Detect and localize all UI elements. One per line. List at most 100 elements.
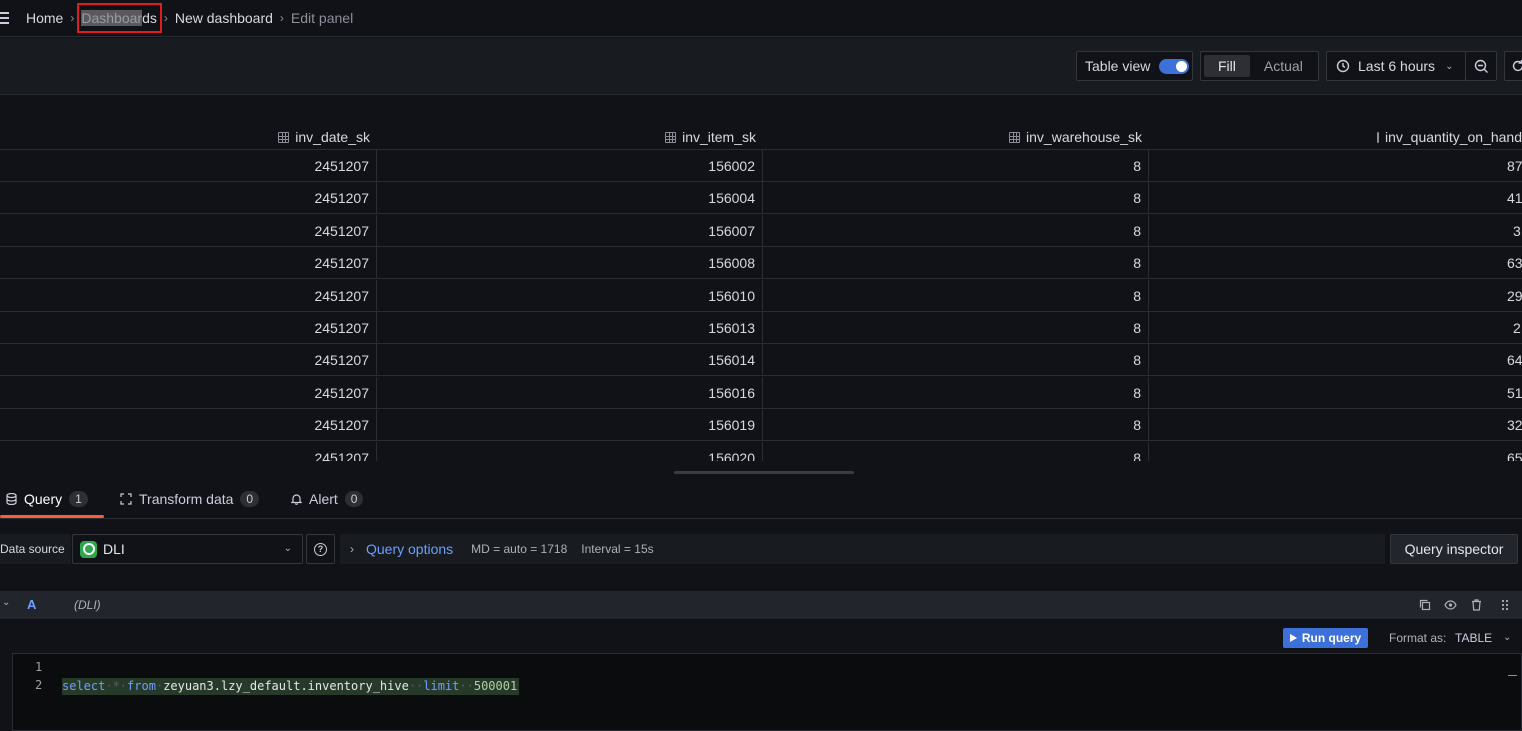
- table-cell: 156019: [377, 409, 763, 442]
- table-cell: 2451207: [0, 312, 377, 344]
- toggle-switch[interactable]: [1159, 58, 1190, 74]
- table-cell: 2451207: [0, 441, 377, 461]
- sql-query-text[interactable]: select·*·from·zeyuan3.lzy_default.invent…: [62, 678, 520, 695]
- panel-toolbar: Table view Fill Actual Last 6 hours ⌄: [0, 38, 1522, 95]
- duplicate-icon[interactable]: [1419, 599, 1431, 614]
- drag-handle-icon[interactable]: [1501, 599, 1509, 614]
- active-tab-indicator: [0, 515, 104, 518]
- query-editor-pane: Query 1 Transform data 0 Alert 0 Data so…: [0, 480, 1522, 731]
- table-row: 2451207 156002 8 87: [0, 150, 1522, 182]
- tab-alert-label: Alert: [309, 491, 338, 507]
- table-cell: 8: [763, 344, 1149, 377]
- table-cell: 156020: [377, 441, 763, 461]
- refresh-button[interactable]: [1504, 51, 1522, 81]
- table-cell: 8: [763, 409, 1149, 442]
- field-table-icon: [1009, 131, 1021, 143]
- time-range-picker[interactable]: Last 6 hours ⌄: [1326, 51, 1466, 81]
- column-header-label: inv_date_sk: [295, 129, 370, 145]
- query-options-interval: Interval = 15s: [581, 542, 654, 556]
- table-cell: 2451207: [0, 279, 377, 312]
- table-row: 2451207 156020 8 65: [0, 441, 1522, 461]
- tab-query-count: 1: [69, 491, 88, 507]
- bell-icon: [291, 494, 302, 505]
- breadcrumb-new-dashboard[interactable]: New dashboard: [175, 10, 273, 26]
- tab-transform-data[interactable]: Transform data 0: [120, 491, 260, 507]
- table-row: 2451207 156008 8 63: [0, 247, 1522, 280]
- table-cell: 8: [763, 312, 1149, 344]
- chevron-right-icon: ›: [279, 11, 284, 25]
- table-row: 2451207 156016 8 51: [0, 376, 1522, 409]
- actual-option[interactable]: Actual: [1250, 55, 1317, 77]
- menu-icon[interactable]: [0, 12, 12, 24]
- time-range-label: Last 6 hours: [1358, 58, 1436, 74]
- datasource-selected: DLI: [103, 541, 125, 557]
- table-view-toggle[interactable]: Table view: [1076, 51, 1193, 81]
- tab-alert-count: 0: [344, 491, 364, 507]
- run-query-button[interactable]: Run query: [1283, 628, 1368, 648]
- eye-icon[interactable]: [1444, 599, 1457, 614]
- query-options-md: MD = auto = 1718: [471, 542, 568, 556]
- column-header-label: inv_item_sk: [682, 129, 756, 145]
- sql-code-editor[interactable]: 1 2 select·*·from·zeyuan3.lzy_default.in…: [12, 653, 1522, 731]
- column-header[interactable]: inv_item_sk: [377, 124, 763, 150]
- zoom-out-icon: [1474, 59, 1488, 73]
- table-cell: 87: [1507, 158, 1522, 174]
- table-cell: 8: [763, 182, 1149, 215]
- zoom-out-button[interactable]: [1465, 51, 1497, 81]
- table-row: 2451207 156019 8 32: [0, 409, 1522, 442]
- editor-tabs: Query 1 Transform data 0 Alert 0: [0, 480, 1522, 519]
- table-cell: 2: [1513, 320, 1521, 336]
- table-cell: 2451207: [0, 214, 377, 247]
- table-cell: 8: [763, 247, 1149, 280]
- table-row: 2451207 156007 8 3: [0, 214, 1522, 247]
- query-options-title: Query options: [366, 541, 454, 557]
- column-header[interactable]: inv_quantity_on_hand: [1149, 124, 1522, 150]
- table-view-label: Table view: [1085, 58, 1151, 74]
- column-header[interactable]: inv_date_sk: [0, 124, 377, 150]
- query-options[interactable]: › Query options MD = auto = 1718 Interva…: [340, 534, 1385, 564]
- table-cell: 8: [763, 441, 1149, 461]
- table-cell: 41: [1507, 190, 1522, 207]
- tab-alert[interactable]: Alert 0: [291, 491, 364, 507]
- table-cell: 51: [1507, 384, 1522, 401]
- breadcrumb-home[interactable]: Home: [26, 10, 63, 26]
- tab-transform-label: Transform data: [139, 491, 234, 507]
- field-table-icon: [1377, 131, 1379, 143]
- table-cell: 32: [1507, 417, 1522, 434]
- format-as-label: Format as:: [1389, 631, 1447, 645]
- chevron-right-icon: ›: [70, 11, 75, 25]
- column-header[interactable]: inv_warehouse_sk: [763, 124, 1149, 150]
- table-cell: 8: [763, 214, 1149, 247]
- query-inspector-button[interactable]: Query inspector: [1390, 534, 1518, 564]
- breadcrumb: Home › Dashboards › New dashboard › Edit…: [0, 0, 1522, 37]
- table-cell: 2451207: [0, 376, 377, 409]
- fill-option[interactable]: Fill: [1204, 55, 1250, 77]
- table-cell: 2451207: [0, 247, 377, 280]
- highlight-box: [77, 3, 162, 33]
- table-cell: 63: [1507, 255, 1522, 272]
- chevron-down-icon[interactable]: ⌄: [1503, 632, 1511, 643]
- datasource-picker[interactable]: DLI ⌄: [72, 534, 303, 564]
- table-cell: 2451207: [0, 344, 377, 377]
- dli-logo-icon: [80, 540, 97, 558]
- chevron-down-icon[interactable]: ⌄: [2, 597, 10, 608]
- chevron-right-icon: ›: [350, 542, 354, 556]
- column-header-label: inv_warehouse_sk: [1026, 129, 1142, 145]
- query-ref-id[interactable]: A: [27, 597, 36, 612]
- data-table: inv_date_sk inv_item_sk inv_warehouse_sk…: [0, 95, 1522, 461]
- tab-query[interactable]: Query 1: [6, 491, 88, 507]
- table-cell: 8: [763, 150, 1149, 182]
- field-table-icon: [278, 131, 290, 143]
- clock-icon: [1336, 59, 1350, 73]
- editor-scroll-indicator: [1508, 675, 1517, 676]
- table-cell: 156016: [377, 376, 763, 409]
- breadcrumb-edit-panel: Edit panel: [290, 10, 354, 26]
- trash-icon[interactable]: [1471, 599, 1482, 614]
- datasource-help-button[interactable]: ?: [306, 534, 335, 564]
- table-cell: 156008: [377, 247, 763, 280]
- table-cell: 64: [1507, 352, 1522, 369]
- format-as-select[interactable]: TABLE: [1455, 631, 1492, 645]
- run-query-label: Run query: [1301, 631, 1362, 645]
- pane-resize-handle[interactable]: [674, 471, 854, 474]
- table-cell: 8: [763, 376, 1149, 409]
